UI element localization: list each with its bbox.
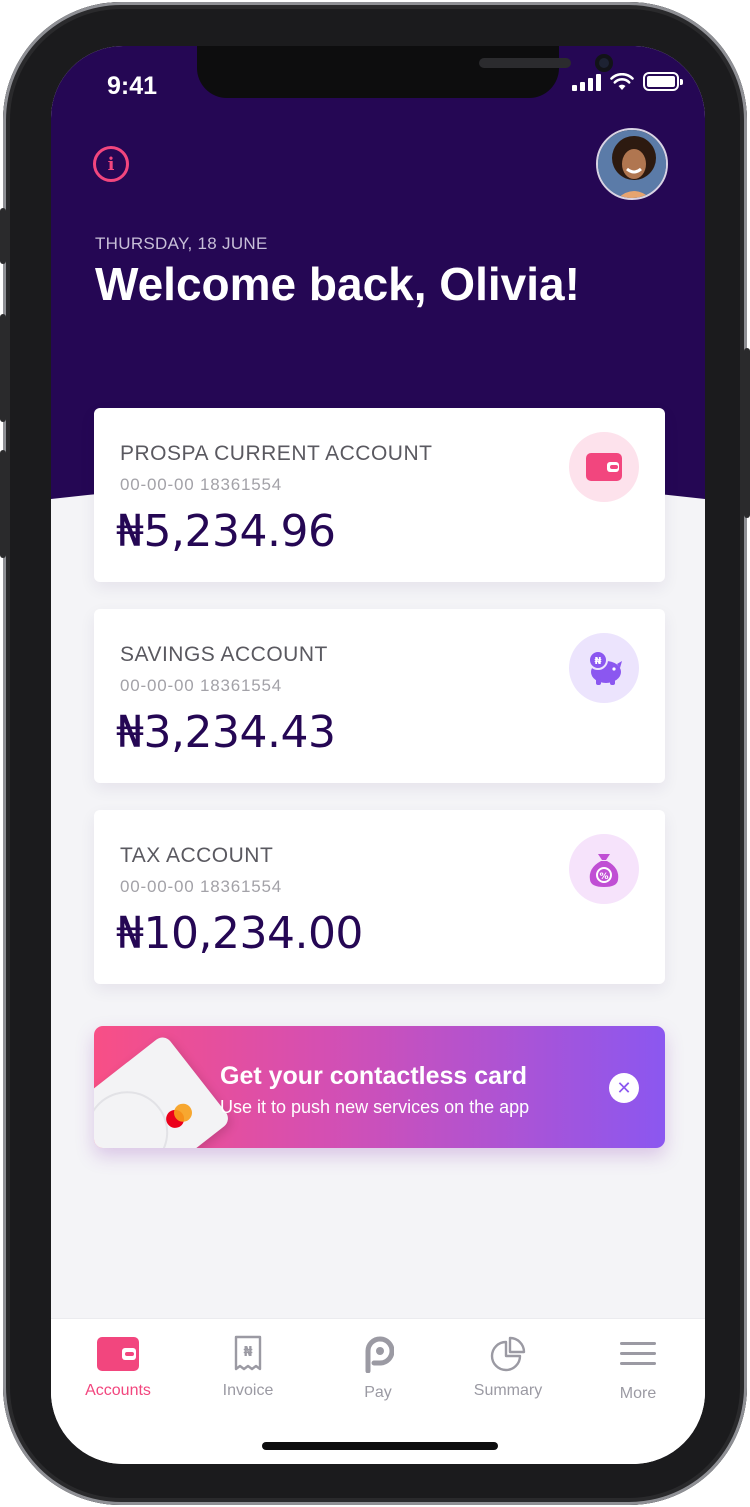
svg-text:%: % [599, 872, 608, 882]
tab-label: More [619, 1385, 657, 1402]
app-screen: 9:41 i THURSDAY, 18 JUNE Welcome back, O… [51, 46, 705, 1464]
account-balance: ₦10,234.00 [116, 908, 363, 959]
account-card-tax[interactable]: TAX ACCOUNT 00-00-00 18361554 ₦10,234.00… [94, 810, 665, 984]
tab-invoice[interactable]: ₦ Invoice [183, 1319, 313, 1419]
account-balance: ₦5,234.96 [116, 506, 336, 557]
account-card-savings[interactable]: SAVINGS ACCOUNT 00-00-00 18361554 ₦3,234… [94, 609, 665, 783]
account-number: 00-00-00 18361554 [120, 877, 283, 896]
tab-label: Invoice [222, 1382, 274, 1399]
avatar[interactable] [596, 128, 668, 200]
signal-icon [572, 73, 601, 91]
account-balance: ₦3,234.43 [116, 707, 336, 758]
account-icon-badge [569, 432, 639, 502]
tab-accounts[interactable]: Accounts [53, 1319, 183, 1419]
account-number: 00-00-00 18361554 [120, 676, 283, 695]
status-icons [572, 72, 683, 91]
battery-icon [643, 72, 683, 91]
banner-title: Get your contactless card [220, 1062, 528, 1090]
banner-subtitle: Use it to push new services on the app [220, 1097, 530, 1117]
svg-text:₦: ₦ [243, 1345, 252, 1360]
account-name: PROSPA CURRENT ACCOUNT [120, 442, 433, 465]
menu-icon [620, 1342, 656, 1365]
front-camera [595, 54, 613, 72]
device-notch [197, 46, 613, 98]
tab-more[interactable]: More [573, 1319, 703, 1419]
speaker [479, 58, 571, 68]
status-time: 9:41 [107, 72, 158, 100]
account-icon-badge: % [569, 834, 639, 904]
account-name: SAVINGS ACCOUNT [120, 643, 328, 666]
tab-summary[interactable]: Summary [443, 1319, 573, 1419]
info-icon[interactable]: i [93, 146, 129, 182]
pay-icon [365, 1336, 394, 1373]
tab-label: Accounts [85, 1382, 151, 1399]
account-card-current[interactable]: PROSPA CURRENT ACCOUNT 00-00-00 18361554… [94, 408, 665, 582]
mastercard-logo [94, 1091, 193, 1148]
wallet-icon [97, 1337, 139, 1371]
piggy-bank-icon: ₦ [588, 650, 622, 685]
account-icon-badge: ₦ [569, 633, 639, 703]
power-button [744, 348, 750, 518]
volume-down-button [0, 450, 6, 558]
date-label: THURSDAY, 18 JUNE [95, 234, 268, 253]
tax-bag-icon: % [589, 854, 619, 887]
wallet-icon [586, 453, 622, 481]
contactless-card-banner[interactable]: Get your contactless card Use it to push… [94, 1026, 665, 1148]
tab-label: Summary [473, 1382, 543, 1399]
tab-pay[interactable]: Pay [313, 1319, 443, 1419]
close-icon[interactable]: ✕ [609, 1073, 639, 1103]
account-name: TAX ACCOUNT [120, 844, 274, 867]
welcome-heading: Welcome back, Olivia! [95, 258, 580, 310]
svg-text:₦: ₦ [595, 656, 602, 667]
card-illustration [94, 1033, 232, 1148]
phone-frame: 9:41 i THURSDAY, 18 JUNE Welcome back, O… [0, 2, 750, 1505]
mute-switch [0, 208, 6, 264]
account-number: 00-00-00 18361554 [120, 475, 283, 494]
pie-chart-icon [490, 1336, 526, 1372]
invoice-icon: ₦ [234, 1335, 262, 1371]
volume-up-button [0, 314, 6, 422]
tab-label: Pay [364, 1384, 392, 1401]
home-indicator[interactable] [262, 1442, 498, 1450]
wifi-icon [610, 72, 634, 90]
